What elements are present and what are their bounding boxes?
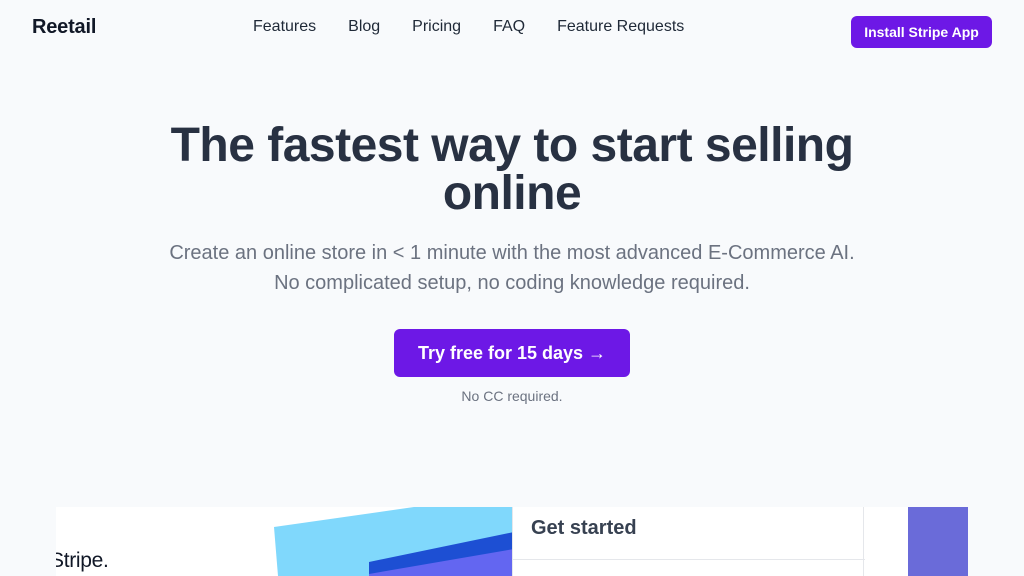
stripe-logo-text: Stripe.	[56, 549, 109, 572]
hero-subtitle: Create an online store in < 1 minute wit…	[112, 238, 912, 298]
decorative-purple-bar	[908, 507, 968, 576]
nav-link-pricing[interactable]: Pricing	[412, 18, 461, 36]
hero-subtitle-line-1: Create an online store in < 1 minute wit…	[169, 242, 855, 264]
product-preview-image: Stripe. Get started	[56, 507, 968, 576]
cta-note: No CC required.	[461, 388, 563, 404]
get-started-card: Get started	[512, 507, 865, 576]
nav-links: Features Blog Pricing FAQ Feature Reques…	[253, 18, 684, 36]
nav-link-blog[interactable]: Blog	[348, 18, 380, 36]
nav-link-feature-requests[interactable]: Feature Requests	[557, 18, 684, 36]
card-divider	[513, 559, 865, 560]
top-navigation: Reetail Features Blog Pricing FAQ Featur…	[0, 0, 1024, 60]
nav-link-features[interactable]: Features	[253, 18, 316, 36]
try-free-button[interactable]: Try free for 15 days →	[394, 329, 630, 377]
hero-subtitle-line-2: No complicated setup, no coding knowledg…	[274, 272, 750, 294]
hero-title: The fastest way to start selling online	[170, 119, 854, 220]
get-started-title: Get started	[531, 517, 637, 539]
install-stripe-app-button[interactable]: Install Stripe App	[851, 16, 992, 48]
logo[interactable]: Reetail	[32, 16, 96, 39]
nav-link-faq[interactable]: FAQ	[493, 18, 525, 36]
